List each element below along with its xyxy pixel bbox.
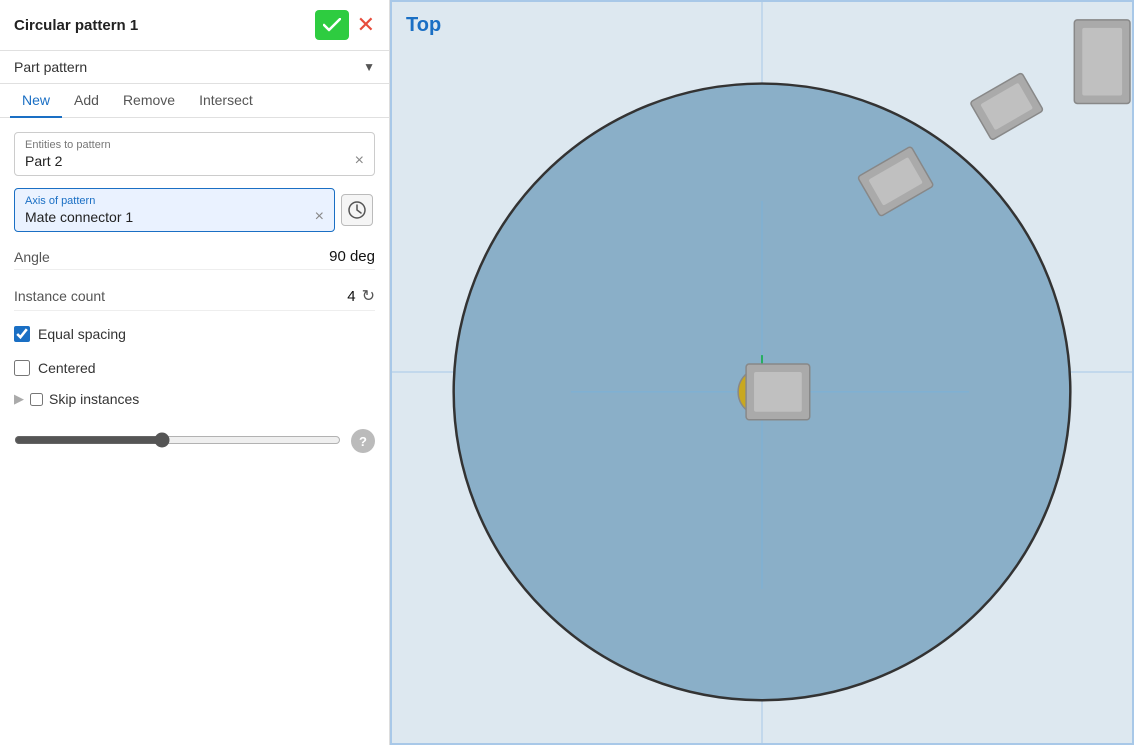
refresh-icon[interactable]: ↻ xyxy=(362,286,375,306)
axis-clear-button[interactable]: × xyxy=(315,209,324,225)
entities-label: Entities to pattern xyxy=(25,139,364,151)
skip-expand-arrow[interactable]: ▶ xyxy=(14,391,24,407)
angle-label: Angle xyxy=(14,249,50,265)
axis-field-group[interactable]: Axis of pattern Mate connector 1 × xyxy=(14,188,335,232)
opacity-slider[interactable] xyxy=(14,432,341,448)
tab-intersect[interactable]: Intersect xyxy=(187,84,265,118)
centered-checkbox[interactable] xyxy=(14,360,30,376)
axis-icon[interactable] xyxy=(341,194,373,226)
centered-row: Centered xyxy=(14,357,375,379)
centered-label: Centered xyxy=(38,360,96,376)
tab-remove[interactable]: Remove xyxy=(111,84,187,118)
tab-new[interactable]: New xyxy=(10,84,62,118)
confirm-button[interactable] xyxy=(315,10,349,40)
header-buttons: ✕ xyxy=(315,10,375,40)
viewport-label: Top xyxy=(406,14,441,37)
viewport-svg xyxy=(392,2,1132,743)
tab-add[interactable]: Add xyxy=(62,84,111,118)
angle-row: Angle 90 deg xyxy=(14,244,375,270)
entities-clear-button[interactable]: × xyxy=(355,153,364,169)
equal-spacing-label: Equal spacing xyxy=(38,326,126,342)
form-area: Entities to pattern Part 2 × Axis of pat… xyxy=(0,118,389,745)
pattern-type-row[interactable]: Part pattern ▼ xyxy=(0,51,389,84)
instance-count-row: Instance count 4 ↻ xyxy=(14,282,375,311)
viewport: Top xyxy=(390,0,1134,745)
entities-value-row: Part 2 × xyxy=(25,153,364,169)
slider-row: ? xyxy=(14,419,375,453)
instance-count-label: Instance count xyxy=(14,288,105,304)
axis-value-row: Mate connector 1 × xyxy=(25,209,324,225)
panel-title: Circular pattern 1 xyxy=(14,17,138,34)
entities-field-group[interactable]: Entities to pattern Part 2 × xyxy=(14,132,375,176)
angle-value: 90 deg xyxy=(329,248,375,265)
opacity-slider-container[interactable] xyxy=(14,432,341,451)
equal-spacing-row: Equal spacing xyxy=(14,323,375,345)
instance-count-value: 4 xyxy=(347,288,355,305)
left-panel: Circular pattern 1 ✕ Part pattern ▼ New … xyxy=(0,0,390,745)
axis-value: Mate connector 1 xyxy=(25,209,133,225)
pattern-type-dropdown-arrow: ▼ xyxy=(363,60,375,74)
pattern-type-label: Part pattern xyxy=(14,59,357,75)
entities-value: Part 2 xyxy=(25,153,62,169)
axis-label: Axis of pattern xyxy=(25,195,324,207)
skip-instances-label: Skip instances xyxy=(49,391,139,407)
panel-header: Circular pattern 1 ✕ xyxy=(0,0,389,51)
equal-spacing-checkbox[interactable] xyxy=(14,326,30,342)
tabs-bar: New Add Remove Intersect xyxy=(0,84,389,118)
skip-instances-checkbox[interactable] xyxy=(30,393,43,406)
help-button[interactable]: ? xyxy=(351,429,375,453)
skip-instances-row: ▶ Skip instances xyxy=(14,391,375,407)
cancel-button[interactable]: ✕ xyxy=(357,14,375,36)
